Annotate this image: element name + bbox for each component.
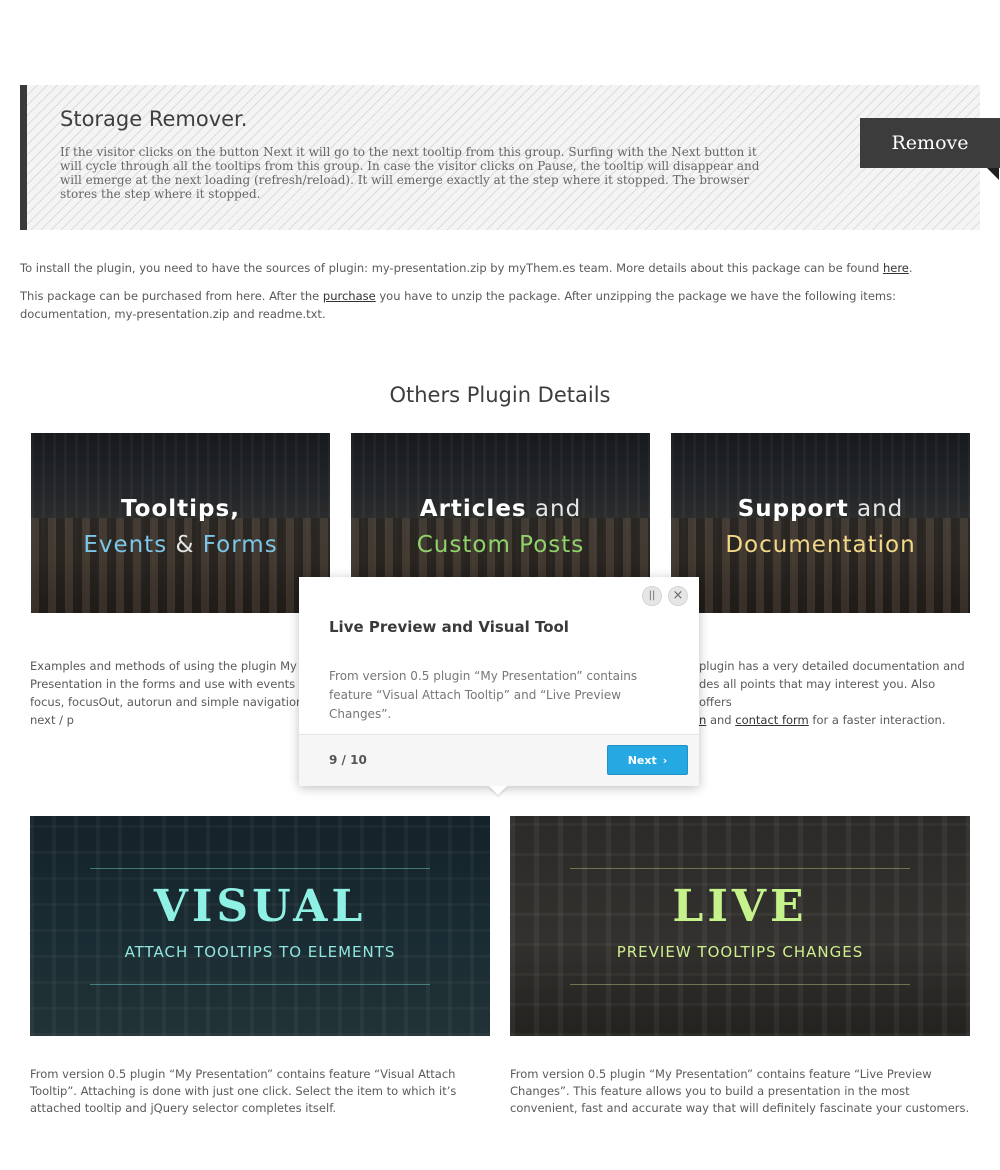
tile-heading: Tooltips, Events & Forms xyxy=(31,491,330,563)
support-desc-and: and xyxy=(706,713,736,727)
pause-icon[interactable]: || xyxy=(642,586,662,606)
contact-form-link[interactable]: contact form xyxy=(735,713,809,727)
storage-description: If the visitor clicks on the button Next… xyxy=(60,145,760,201)
storage-remover-panel: Storage Remover. If the visitor clicks o… xyxy=(20,85,1000,230)
visual-heading: VISUAL xyxy=(153,881,367,932)
tile-word: Tooltips, xyxy=(121,496,240,522)
install-paragraph: To install the plugin, you need to have … xyxy=(20,259,970,277)
section-title: Others Plugin Details xyxy=(389,383,611,407)
remove-button[interactable]: Remove xyxy=(860,118,1000,168)
install-text-end: . xyxy=(908,261,913,275)
next-button[interactable]: Next › xyxy=(607,745,688,775)
purchase-link[interactable]: purchase xyxy=(323,289,376,303)
storage-title: Storage Remover. xyxy=(60,107,248,131)
banner-rule xyxy=(570,868,910,869)
tile-heading: Support and Documentation xyxy=(671,491,970,563)
purchase-text: This package can be purchased from here.… xyxy=(20,289,323,303)
tile-word: Support xyxy=(737,496,849,522)
popup-pointer xyxy=(489,786,507,795)
step-counter: 9 / 10 xyxy=(329,753,367,767)
live-feature-banner: LIVE PREVIEW TOOLTIPS CHANGES xyxy=(510,816,970,1036)
tile-word: and xyxy=(534,496,582,522)
live-subheading: PREVIEW TOOLTIPS CHANGES xyxy=(616,943,864,961)
install-text: To install the plugin, you need to have … xyxy=(20,261,883,275)
tile-tooltips-events-forms[interactable]: Tooltips, Events & Forms xyxy=(31,433,330,613)
support-desc-line: des all points that may interest you. Al… xyxy=(699,677,936,709)
tile-heading: Articles and Custom Posts xyxy=(351,491,650,563)
tile-word: & xyxy=(175,532,195,558)
tile-word: Articles xyxy=(419,496,527,522)
chevron-right-icon: › xyxy=(662,753,668,767)
tile-word: Events xyxy=(83,532,168,558)
here-link[interactable]: here xyxy=(883,261,909,275)
tile-description-support: plugin has a very detailed documentation… xyxy=(699,657,969,729)
visual-description: From version 0.5 plugin “My Presentation… xyxy=(30,1067,457,1115)
tile-description-tooltips: Examples and methods of using the plugin… xyxy=(30,659,312,727)
tile-word: and xyxy=(857,496,904,522)
remove-button-fold xyxy=(987,168,999,180)
live-description: From version 0.5 plugin “My Presentation… xyxy=(510,1067,970,1115)
tile-word: Documentation xyxy=(725,532,916,558)
tile-word: Custom Posts xyxy=(416,532,585,558)
purchase-paragraph: This package can be purchased from here.… xyxy=(20,287,970,323)
popup-footer: 9 / 10 Next › xyxy=(299,734,699,786)
next-button-label: Next xyxy=(627,753,657,767)
popup-title: Live Preview and Visual Tool xyxy=(329,618,569,636)
close-icon[interactable]: × xyxy=(668,586,688,606)
banner-rule xyxy=(90,868,430,869)
popup-body: From version 0.5 plugin “My Presentation… xyxy=(329,669,638,721)
support-desc-end: for a faster interaction. xyxy=(808,713,946,727)
tile-support-documentation[interactable]: Support and Documentation xyxy=(671,433,970,613)
banner-rule xyxy=(570,984,910,985)
live-heading: LIVE xyxy=(672,881,808,932)
tooltip-popup: || × Live Preview and Visual Tool From v… xyxy=(299,577,699,786)
visual-feature-banner: VISUAL ATTACH TOOLTIPS TO ELEMENTS xyxy=(30,816,490,1036)
banner-rule xyxy=(90,984,430,985)
visual-subheading: ATTACH TOOLTIPS TO ELEMENTS xyxy=(124,943,396,961)
support-desc-line: plugin has a very detailed documentation… xyxy=(699,659,965,673)
tile-word: Forms xyxy=(202,532,278,558)
